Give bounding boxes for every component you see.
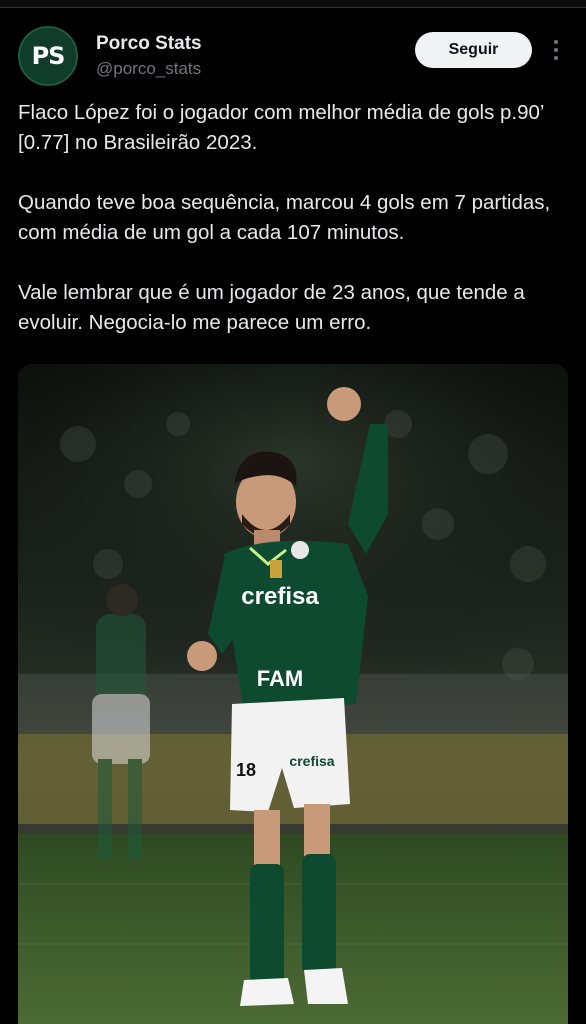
sleeve-sponsor-text: FAM (257, 666, 303, 691)
tweet-header: PS Porco Stats @porco_stats Seguir (18, 26, 574, 88)
player-photo-illustration: crefisa FAM 18 crefisa (18, 364, 568, 1024)
shorts-sponsor-text: crefisa (289, 753, 334, 769)
follow-button[interactable]: Seguir (415, 32, 532, 68)
avatar-initials: PS (31, 42, 66, 70)
tweet-paragraph: Quando teve boa sequência, marcou 4 gols… (18, 191, 551, 244)
shirt-sponsor-text: crefisa (241, 583, 319, 610)
tweet-paragraph: Vale lembrar que é um jogador de 23 anos… (18, 281, 525, 334)
tweet-paragraph: Flaco López foi o jogador com melhor méd… (18, 101, 544, 154)
account-names: Porco Stats @porco_stats (96, 32, 202, 80)
shorts-number: 18 (236, 760, 256, 780)
avatar[interactable]: PS (18, 26, 78, 86)
tweet-photo[interactable]: crefisa FAM 18 crefisa (18, 364, 568, 1024)
display-name[interactable]: Porco Stats (96, 32, 202, 56)
top-divider (0, 0, 586, 8)
account-handle[interactable]: @porco_stats (96, 58, 202, 80)
more-options-icon[interactable] (548, 36, 564, 64)
tweet-text: Flaco López foi o jogador com melhor méd… (18, 98, 574, 368)
